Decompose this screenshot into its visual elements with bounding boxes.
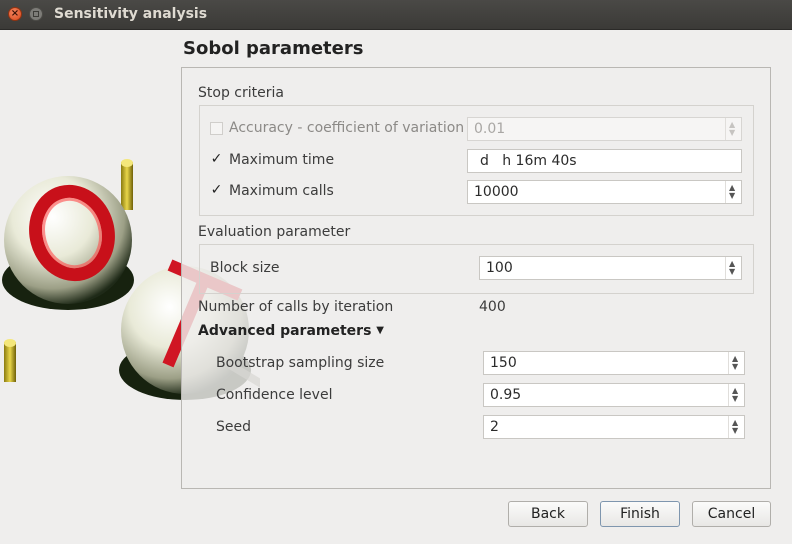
bootstrap-field[interactable]: 150 ▲ ▼: [483, 351, 745, 375]
spin-arrows-icon[interactable]: ▲ ▼: [725, 181, 741, 203]
bootstrap-label: Bootstrap sampling size: [216, 355, 385, 371]
confidence-value: 0.95: [490, 387, 522, 403]
accuracy-field[interactable]: 0.01 ▲ ▼: [467, 117, 742, 141]
evaluation-title: Evaluation parameter: [198, 224, 351, 240]
spin-arrows-icon[interactable]: ▲ ▼: [728, 384, 744, 406]
confidence-field[interactable]: 0.95 ▲ ▼: [483, 383, 745, 407]
spin-arrows-icon[interactable]: ▲ ▼: [725, 118, 741, 140]
advanced-parameters-toggle[interactable]: Advanced parameters ▼: [198, 323, 384, 339]
triangle-down-icon: ▼: [376, 325, 384, 336]
max-time-label: Maximum time: [229, 152, 335, 168]
window-title: Sensitivity analysis: [54, 6, 208, 22]
advanced-title: Advanced parameters: [198, 323, 372, 339]
spin-arrows-icon[interactable]: ▲ ▼: [725, 257, 741, 279]
accuracy-value: 0.01: [474, 121, 506, 137]
accuracy-checkbox[interactable]: [210, 122, 223, 135]
title-bar: × Sensitivity analysis: [0, 0, 792, 30]
page-title: Sobol parameters: [183, 38, 364, 59]
confidence-label: Confidence level: [216, 387, 333, 403]
max-calls-field[interactable]: 10000 ▲ ▼: [467, 180, 742, 204]
accuracy-label: Accuracy - coefficient of variation: [229, 120, 465, 136]
calls-per-iteration-label: Number of calls by iteration: [198, 299, 394, 315]
max-calls-value: 10000: [474, 184, 519, 200]
seed-value: 2: [490, 419, 499, 435]
finish-button[interactable]: Finish: [600, 501, 680, 527]
minimize-icon[interactable]: [29, 7, 43, 21]
close-icon[interactable]: ×: [8, 7, 22, 21]
back-button[interactable]: Back: [508, 501, 588, 527]
block-size-value: 100: [486, 260, 513, 276]
seed-label: Seed: [216, 419, 251, 435]
max-calls-label: Maximum calls: [229, 183, 334, 199]
spin-arrows-icon[interactable]: ▲ ▼: [728, 352, 744, 374]
seed-field[interactable]: 2 ▲ ▼: [483, 415, 745, 439]
spin-arrows-icon[interactable]: ▲ ▼: [728, 416, 744, 438]
calls-per-iteration-value: 400: [479, 299, 506, 315]
block-size-label: Block size: [210, 260, 280, 276]
block-size-field[interactable]: 100 ▲ ▼: [479, 256, 742, 280]
max-calls-checkbox[interactable]: ✓: [210, 183, 223, 198]
max-time-checkbox[interactable]: ✓: [210, 152, 223, 167]
max-time-field[interactable]: d h 16m 40s: [467, 149, 742, 173]
bootstrap-value: 150: [490, 355, 517, 371]
cancel-button[interactable]: Cancel: [692, 501, 771, 527]
stop-criteria-title: Stop criteria: [198, 85, 284, 101]
